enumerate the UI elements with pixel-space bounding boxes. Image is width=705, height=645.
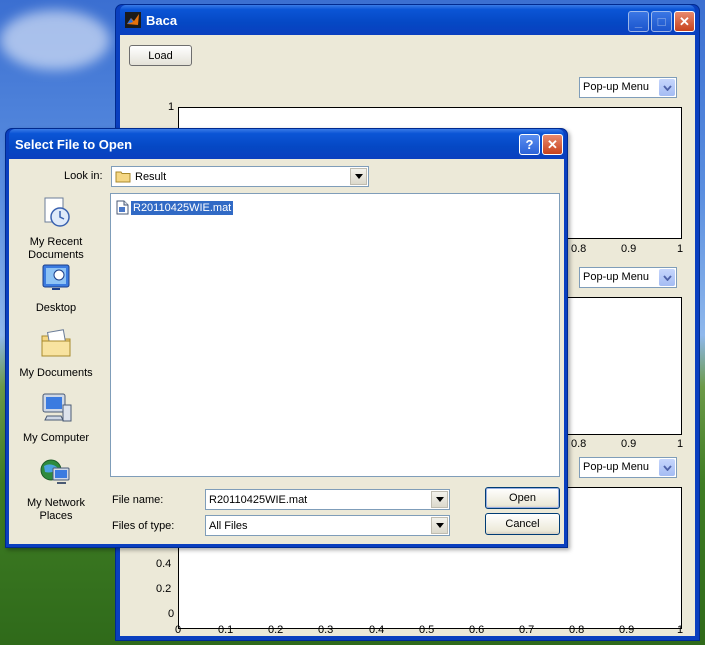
figure-title: Baca xyxy=(146,12,178,28)
x-tick-label: 0.8 xyxy=(571,438,587,450)
chevron-down-icon xyxy=(659,459,675,476)
help-button[interactable]: ? xyxy=(519,134,540,155)
cancel-button[interactable]: Cancel xyxy=(485,513,560,535)
places-label: My Documents xyxy=(19,367,93,379)
chevron-down-icon xyxy=(350,168,367,185)
chevron-down-icon xyxy=(659,269,675,286)
x-tick-label: 0.8 xyxy=(571,243,587,255)
x-tick-label: 1 xyxy=(677,438,684,450)
file-item[interactable]: R20110425WIE.mat xyxy=(116,200,234,215)
x-tick-label: 0.1 xyxy=(218,624,234,636)
file-type-select[interactable]: All Files xyxy=(205,515,450,536)
x-tick-label: 0.9 xyxy=(621,438,637,450)
chevron-down-icon xyxy=(431,517,448,534)
file-list[interactable]: R20110425WIE.mat xyxy=(110,193,560,477)
popup-menu-label: Pop-up Menu xyxy=(583,271,650,283)
file-type-label: Files of type: xyxy=(112,520,175,532)
popup-menu-2[interactable]: Pop-up Menu xyxy=(579,267,677,288)
x-tick-label: 0 xyxy=(175,624,182,636)
places-my-documents[interactable]: My Documents xyxy=(16,326,96,380)
places-label: My Recent Documents xyxy=(28,236,84,261)
y-tick-label: 0.2 xyxy=(156,583,172,595)
file-name-label: File name: xyxy=(112,494,164,506)
popup-menu-label: Pop-up Menu xyxy=(583,81,650,93)
places-my-network[interactable]: My Network Places xyxy=(16,456,96,523)
places-recent[interactable]: My Recent Documents xyxy=(16,195,96,262)
dialog-title: Select File to Open xyxy=(15,136,133,152)
y-tick-label: 0.4 xyxy=(156,558,172,570)
places-label: My Computer xyxy=(22,432,90,444)
look-in-value: Result xyxy=(135,170,167,183)
chevron-down-icon xyxy=(659,79,675,96)
look-in-label: Look in: xyxy=(64,170,103,182)
load-button[interactable]: Load xyxy=(129,45,192,66)
x-tick-label: 0.2 xyxy=(268,624,284,636)
recent-documents-icon xyxy=(44,197,70,227)
y-tick-label: 1 xyxy=(168,101,175,113)
open-file-dialog: Select File to Open ? ✕ Look in: Result … xyxy=(5,128,568,548)
x-tick-label: 1 xyxy=(677,624,684,636)
desktop-cloud xyxy=(0,10,110,70)
my-computer-icon xyxy=(42,393,72,422)
places-desktop[interactable]: Desktop xyxy=(16,261,96,315)
x-tick-label: 0.7 xyxy=(519,624,535,636)
look-in-combo[interactable]: Result xyxy=(111,166,369,187)
x-tick-label: 0.8 xyxy=(569,624,585,636)
maximize-button[interactable]: □ xyxy=(651,11,672,32)
x-tick-label: 0.3 xyxy=(318,624,334,636)
x-tick-label: 0.9 xyxy=(621,243,637,255)
file-type-value: All Files xyxy=(209,519,248,532)
matlab-icon xyxy=(125,12,141,28)
x-tick-label: 1 xyxy=(677,243,684,255)
dialog-body: Look in: Result My Recent Documents Desk… xyxy=(9,159,564,544)
x-tick-label: 0.5 xyxy=(419,624,435,636)
close-button[interactable]: ✕ xyxy=(674,11,695,32)
file-name: R20110425WIE.mat xyxy=(131,200,234,215)
places-label: My Network Places xyxy=(26,497,86,522)
my-network-places-icon xyxy=(40,459,70,484)
dialog-title-bar[interactable]: Select File to Open ? ✕ xyxy=(9,129,564,159)
x-tick-label: 0.4 xyxy=(369,624,385,636)
places-label: Desktop xyxy=(35,302,77,314)
dialog-close-button[interactable]: ✕ xyxy=(542,134,563,155)
minimize-button[interactable]: _ xyxy=(628,11,649,32)
file-icon xyxy=(116,200,129,215)
popup-menu-3[interactable]: Pop-up Menu xyxy=(579,457,677,478)
figure-title-bar[interactable]: Baca _ □ ✕ xyxy=(120,5,695,35)
popup-menu-label: Pop-up Menu xyxy=(583,461,650,473)
folder-icon xyxy=(115,171,131,183)
places-my-computer[interactable]: My Computer xyxy=(16,391,96,445)
x-tick-label: 0.9 xyxy=(619,624,635,636)
desktop-icon xyxy=(42,264,70,290)
file-name-input[interactable]: R20110425WIE.mat xyxy=(205,489,450,510)
file-name-value: R20110425WIE.mat xyxy=(209,493,308,506)
chevron-down-icon xyxy=(431,491,448,508)
open-button[interactable]: Open xyxy=(485,487,560,509)
y-tick-label: 0 xyxy=(168,608,175,620)
popup-menu-1[interactable]: Pop-up Menu xyxy=(579,77,677,98)
my-documents-icon xyxy=(41,329,71,357)
x-tick-label: 0.6 xyxy=(469,624,485,636)
